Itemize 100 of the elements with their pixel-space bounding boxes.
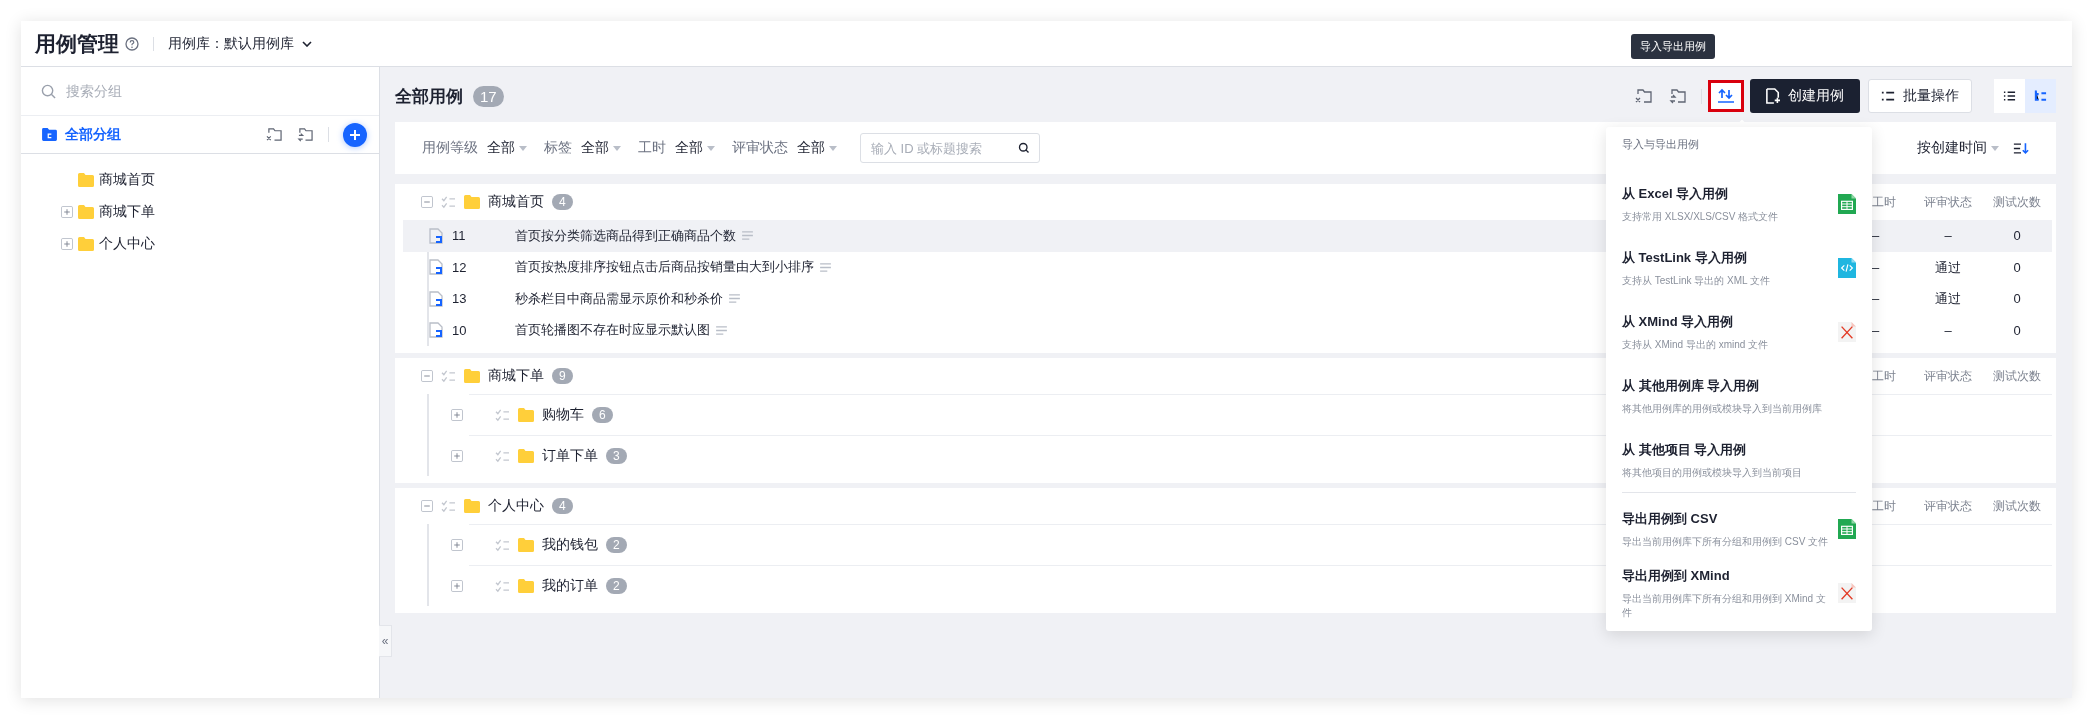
expand-icon[interactable] (61, 238, 73, 250)
table-cell-text: – (1871, 321, 1881, 340)
case-row[interactable]: 13 秒杀栏目中商品需显示原价和秒杀价 (403, 283, 1609, 315)
group-name[interactable]: 商城首页 (488, 193, 544, 211)
add-group-button[interactable] (343, 122, 367, 147)
batch-button[interactable]: 批量操作 (1868, 79, 1972, 113)
column-header: 测试次数 (1992, 367, 2042, 385)
collapse-icon[interactable] (421, 500, 433, 512)
checklist-icon[interactable] (441, 499, 456, 513)
folder-move-icon[interactable] (1635, 88, 1653, 104)
collapse-sidebar-handle[interactable]: « (379, 625, 392, 657)
menu-item[interactable]: 从 其他用例库 导入用例 将其他用例库的用例或模块导入到当前用例库 (1606, 364, 1872, 428)
filter-label: 评审状态 (732, 139, 788, 157)
table-cell-text: 0 (2012, 258, 2022, 277)
folder-icon (464, 195, 480, 209)
help-icon[interactable] (125, 36, 139, 51)
add-file-icon (1766, 88, 1780, 104)
case-search-field[interactable]: 输入 ID 或标题搜索 (860, 133, 1040, 163)
table-cell-text: – (1871, 258, 1881, 277)
subgroup-name[interactable]: 订单下单 (542, 447, 598, 465)
checklist-icon[interactable] (441, 195, 456, 209)
sort-descending-icon[interactable] (2013, 141, 2029, 155)
count-badge: 6 (592, 407, 613, 423)
collapse-icon[interactable] (421, 370, 433, 382)
cross-file-icon (1838, 322, 1856, 342)
subgroup-name[interactable]: 我的钱包 (542, 536, 598, 554)
table-cell-text: 0 (2012, 290, 2022, 308)
tree-view-tab[interactable] (2025, 79, 2056, 113)
folder-icon (518, 449, 534, 463)
spreadsheet-file-icon (1838, 519, 1856, 539)
checklist-icon[interactable] (441, 369, 456, 383)
case-file-icon (429, 322, 443, 339)
description-icon (715, 325, 728, 335)
menu-item[interactable]: 从 其他项目 导入用例 将其他项目的用例或模块导入到当前项目 (1606, 428, 1872, 492)
column-header: 评审状态 (1923, 497, 1973, 515)
import-export-icon (1717, 88, 1735, 104)
case-row[interactable]: 12 首页按热度排序按钮点击后商品按销量由大到小排序 (403, 251, 1609, 283)
tree-item[interactable]: 商城首页 (99, 171, 155, 189)
folder-icon (42, 128, 57, 141)
import-export-button[interactable] (1708, 80, 1744, 112)
tree-icon (2034, 90, 2047, 102)
case-file-icon (429, 259, 443, 276)
checklist-icon[interactable] (495, 408, 510, 422)
count-badge: 17 (473, 85, 504, 107)
case-title[interactable]: 首页按分类筛选商品得到正确商品个数 (515, 226, 736, 245)
folder-sync-icon[interactable] (1669, 88, 1687, 104)
description-icon (741, 231, 754, 241)
library-selector[interactable]: 用例库：默认用例库 (168, 34, 312, 53)
caret-icon (707, 145, 715, 151)
filter-dropdown[interactable]: 全部 (797, 139, 837, 157)
tree-item[interactable]: 商城下单 (99, 203, 155, 221)
search-icon[interactable] (1018, 142, 1030, 154)
folder-icon (78, 237, 94, 251)
checklist-icon[interactable] (495, 579, 510, 593)
table-cell-text: 0 (2012, 321, 2022, 340)
folder-sync-icon[interactable] (297, 127, 314, 142)
case-title[interactable]: 秒杀栏目中商品需显示原价和秒杀价 (515, 289, 723, 308)
filter-dropdown[interactable]: 全部 (675, 139, 715, 157)
case-row[interactable]: 10 首页轮播图不存在时应显示默认图 (403, 314, 1609, 346)
case-title[interactable]: 首页轮播图不存在时应显示默认图 (515, 321, 710, 340)
section-title: 全部用例 (395, 85, 463, 108)
sort-dropdown[interactable]: 按创建时间 (1917, 139, 1999, 157)
folder-move-icon[interactable] (266, 127, 283, 142)
case-id: 13 (452, 291, 468, 307)
expand-icon[interactable] (451, 409, 463, 421)
count-badge: 9 (552, 368, 573, 384)
group-name[interactable]: 商城下单 (488, 367, 544, 385)
tooltip: 导入导出用例 (1631, 34, 1715, 59)
collapse-icon[interactable] (421, 196, 433, 208)
filter-label: 标签 (544, 139, 572, 157)
case-row[interactable]: 11 首页按分类筛选商品得到正确商品个数 (403, 220, 1609, 252)
case-title[interactable]: 首页按热度排序按钮点击后商品按销量由大到小排序 (515, 258, 814, 277)
checklist-icon[interactable] (495, 538, 510, 552)
group-search-field[interactable]: 搜索分组 (64, 82, 268, 100)
caret-icon (519, 145, 527, 151)
filter-dropdown[interactable]: 全部 (487, 139, 527, 157)
group-name[interactable]: 个人中心 (488, 497, 544, 515)
expand-icon[interactable] (61, 206, 73, 218)
list-icon (2003, 90, 2016, 102)
column-header: 评审状态 (1923, 193, 1973, 211)
code-file-icon (1838, 258, 1856, 278)
count-badge: 2 (606, 578, 627, 594)
subgroup-name[interactable]: 购物车 (542, 406, 584, 424)
filter-dropdown[interactable]: 全部 (581, 139, 621, 157)
menu-item[interactable]: 导出用例到 XMind 导出当前用例库下所有分组和用例到 XMind 文件 (1606, 561, 1872, 625)
menu-item[interactable]: 导出用例到 CSV 导出当前用例库下所有分组和用例到 CSV 文件 (1606, 497, 1872, 561)
all-groups-item[interactable]: 全部分组 (42, 125, 121, 144)
tree-item[interactable]: 个人中心 (99, 235, 155, 253)
expand-icon[interactable] (451, 580, 463, 592)
create-case-button[interactable]: 创建用例 (1750, 79, 1860, 113)
subgroup-name[interactable]: 我的订单 (542, 577, 598, 595)
case-id: 11 (452, 228, 467, 244)
column-header: 测试次数 (1992, 497, 2042, 515)
expand-icon[interactable] (451, 539, 463, 551)
menu-item[interactable]: 从 XMind 导入用例 支持从 XMind 导出的 xmind 文件 (1606, 300, 1872, 364)
list-icon (1881, 90, 1895, 102)
checklist-icon[interactable] (495, 449, 510, 463)
expand-icon[interactable] (451, 450, 463, 462)
table-cell-text: 通过 (1934, 258, 1962, 277)
caret-icon (613, 145, 621, 151)
